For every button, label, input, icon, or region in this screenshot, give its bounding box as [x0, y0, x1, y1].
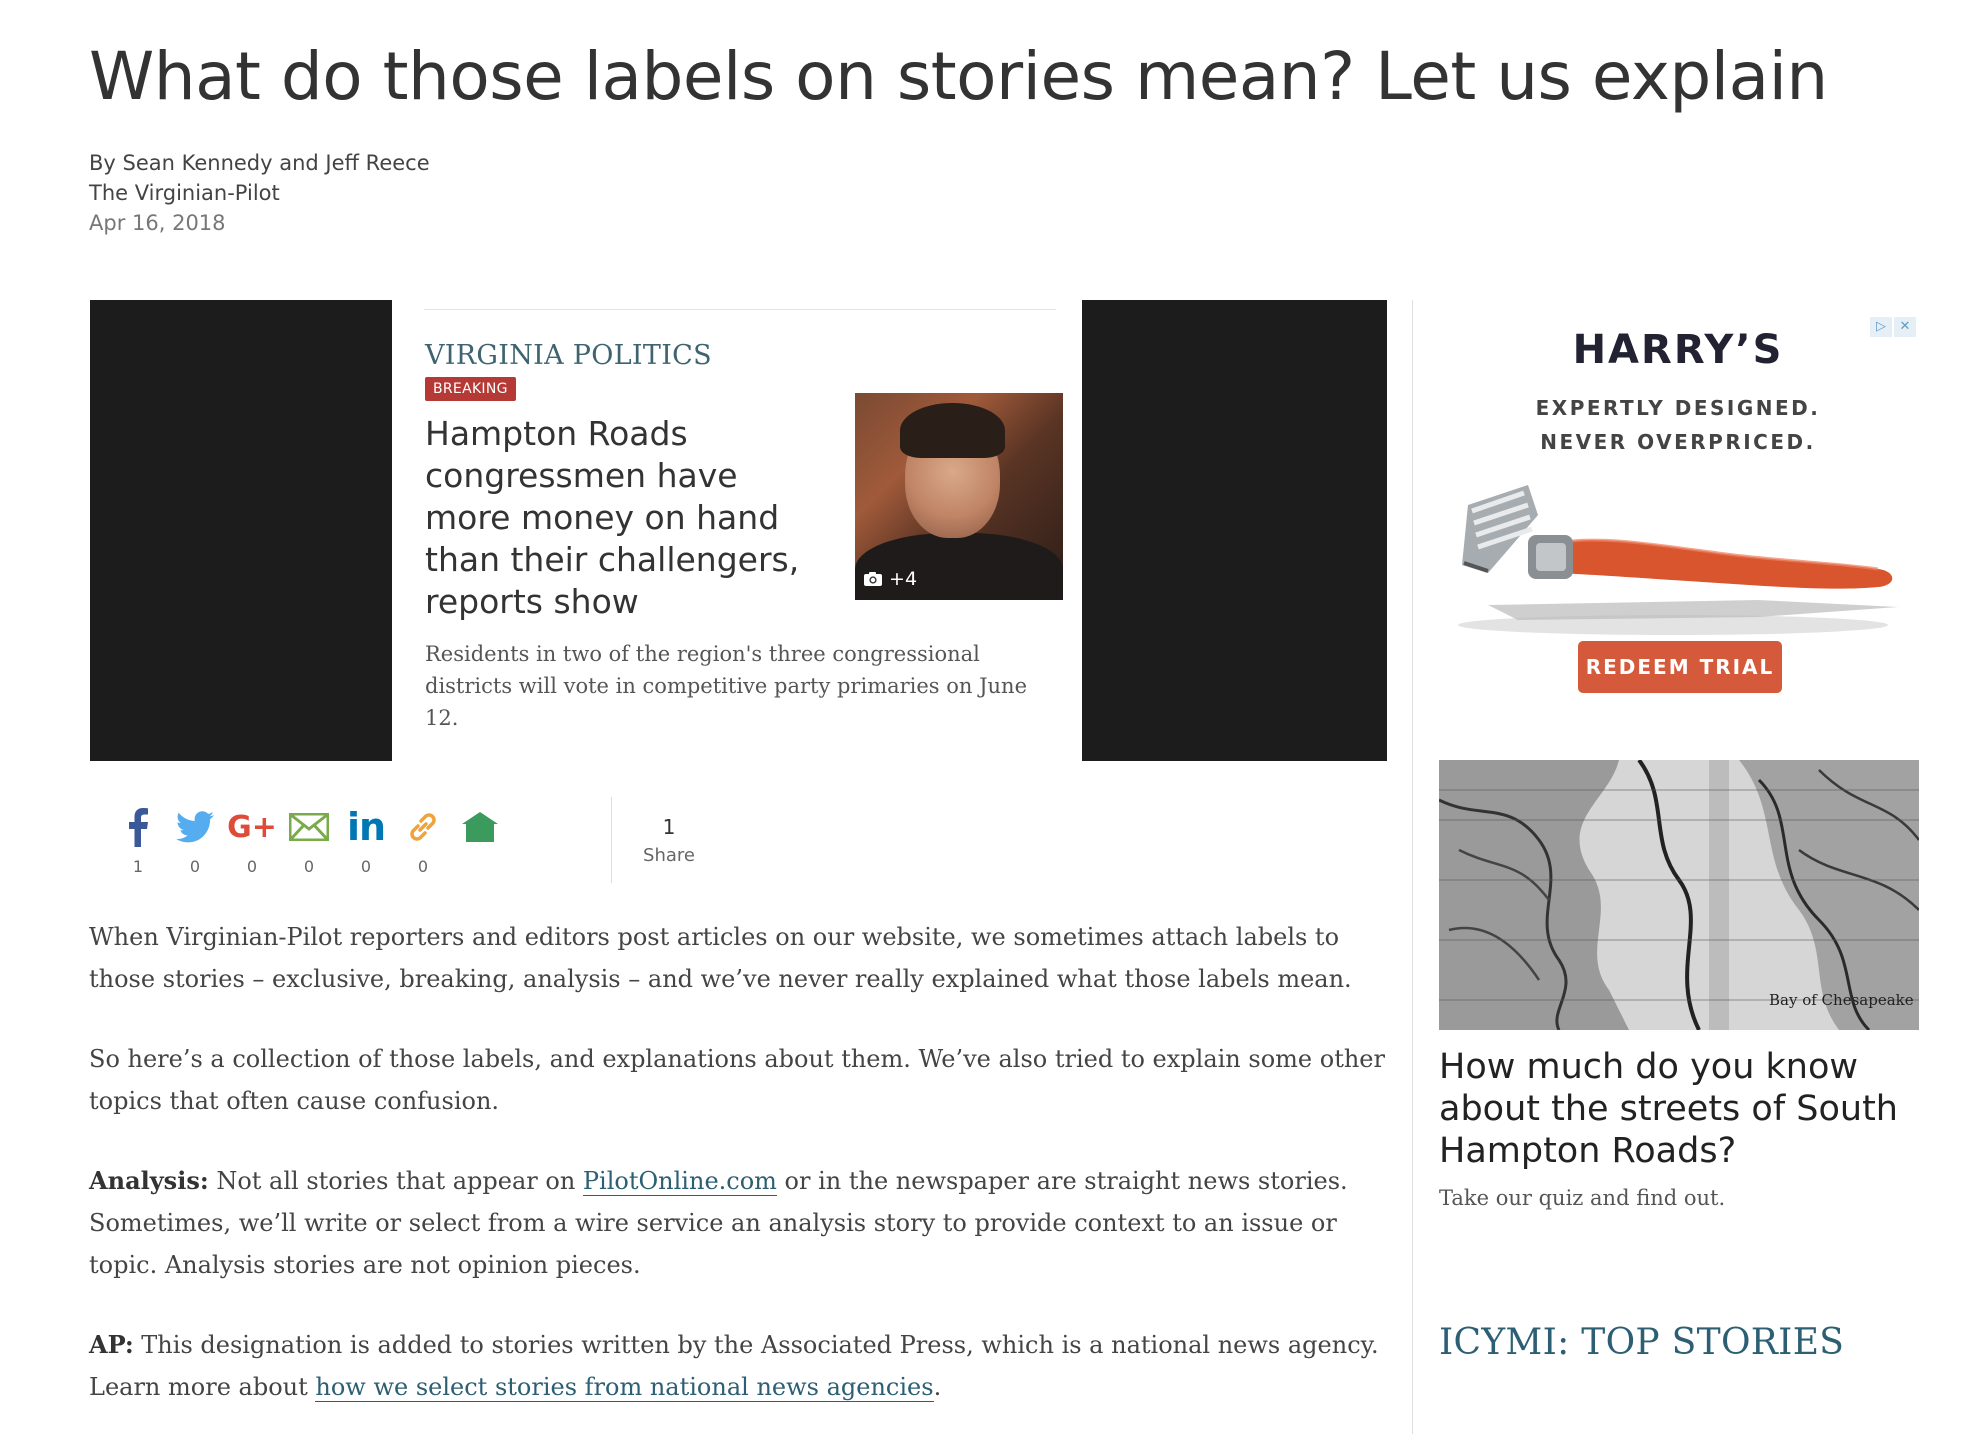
- pilotonline-link[interactable]: PilotOnline.com: [582, 1167, 777, 1196]
- author-names: By Sean Kennedy and Jeff Reece: [89, 151, 430, 175]
- map-label: Bay of Chesapeake: [1769, 991, 1914, 1009]
- story-card-title: Hampton Roads congressmen have more mone…: [425, 414, 800, 621]
- advertisement[interactable]: ▷ ✕ HARRY’S EXPERTLY DESIGNED. NEVER OVE…: [1438, 315, 1918, 710]
- story-card-screenshot: VIRGINIA POLITICS BREAKING Hampton Roads…: [392, 300, 1082, 761]
- byline: By Sean Kennedy and Jeff Reece The Virgi…: [89, 148, 430, 238]
- ad-tagline: EXPERTLY DESIGNED. NEVER OVERPRICED.: [1438, 391, 1918, 459]
- share-total-count: 1: [662, 815, 676, 839]
- share-count: 0: [246, 857, 258, 876]
- share-count: 1: [132, 857, 144, 876]
- card-divider: [424, 309, 1056, 310]
- share-count: 0: [189, 857, 201, 876]
- twitter-icon: [176, 811, 214, 843]
- historical-map-image[interactable]: Bay of Chesapeake: [1439, 760, 1919, 1030]
- hero-image[interactable]: VIRGINIA POLITICS BREAKING Hampton Roads…: [90, 300, 1387, 761]
- photo-count-indicator: +4: [863, 568, 917, 590]
- text: .: [933, 1373, 942, 1401]
- article-headline: What do those labels on stories mean? Le…: [89, 38, 1828, 115]
- icymi-heading: ICYMI: TOP STORIES: [1439, 1322, 1845, 1363]
- article-body: When Virginian-Pilot reporters and edito…: [89, 916, 1389, 1446]
- linkedin-icon: in: [346, 805, 386, 849]
- hero-letterbox-left: [90, 300, 392, 761]
- email-icon: [289, 813, 329, 841]
- ad-tagline-line: NEVER OVERPRICED.: [1540, 430, 1816, 454]
- map-illustration: Bay of Chesapeake: [1439, 760, 1919, 1030]
- share-email-button[interactable]: 0: [284, 805, 334, 876]
- breaking-badge: BREAKING: [425, 377, 516, 401]
- hero-letterbox-right: [1082, 300, 1387, 761]
- paragraph: When Virginian-Pilot reporters and edito…: [89, 923, 1352, 993]
- google-plus-icon: G+: [227, 809, 277, 845]
- share-google-plus-button[interactable]: G+ 0: [227, 805, 277, 877]
- redeem-trial-button[interactable]: REDEEM TRIAL: [1578, 641, 1782, 693]
- share-facebook-button[interactable]: 1: [113, 805, 163, 876]
- home-icon: [462, 812, 498, 842]
- paragraph-analysis: Analysis: Not all stories that appear on…: [89, 1160, 1389, 1286]
- text: Not all stories that appear on: [208, 1167, 583, 1195]
- share-total: 1 Share: [633, 815, 705, 866]
- ad-brand: HARRY’S: [1572, 327, 1784, 373]
- share-total-label: Share: [643, 845, 695, 866]
- link-icon: [410, 813, 436, 841]
- label-analysis: Analysis:: [89, 1166, 209, 1195]
- national-agencies-link[interactable]: how we select stories from national news…: [315, 1373, 934, 1402]
- share-home-button[interactable]: [455, 805, 505, 857]
- story-card-dek: Residents in two of the region's three c…: [425, 642, 1027, 730]
- share-twitter-button[interactable]: 0: [170, 805, 220, 876]
- publish-date: Apr 16, 2018: [89, 211, 226, 235]
- photo-subject-hair: [900, 403, 1005, 458]
- share-count: 0: [360, 857, 372, 876]
- paragraph-ap: AP: This designation is added to stories…: [89, 1324, 1389, 1408]
- label-ap: AP:: [89, 1330, 134, 1359]
- razor-image: [1458, 485, 1898, 635]
- camera-icon: [864, 572, 882, 586]
- sidebar-divider: [1412, 300, 1413, 1434]
- story-card-photo: +4: [855, 393, 1063, 600]
- share-link-button[interactable]: 0: [398, 805, 448, 876]
- share-count: 0: [417, 857, 429, 876]
- share-divider: [611, 797, 612, 883]
- promo-title[interactable]: How much do you know about the streets o…: [1439, 1046, 1919, 1172]
- facebook-icon: [129, 808, 148, 847]
- paragraph: So here’s a collection of those labels, …: [89, 1045, 1385, 1115]
- promo-dek: Take our quiz and find out.: [1439, 1186, 1726, 1210]
- ad-tagline-line: EXPERTLY DESIGNED.: [1535, 396, 1821, 420]
- photo-count: +4: [889, 568, 918, 590]
- story-section-label: VIRGINIA POLITICS: [425, 340, 712, 371]
- share-count: 0: [303, 857, 315, 876]
- share-linkedin-button[interactable]: in 0: [341, 805, 391, 876]
- publication-name: The Virginian-Pilot: [89, 181, 280, 205]
